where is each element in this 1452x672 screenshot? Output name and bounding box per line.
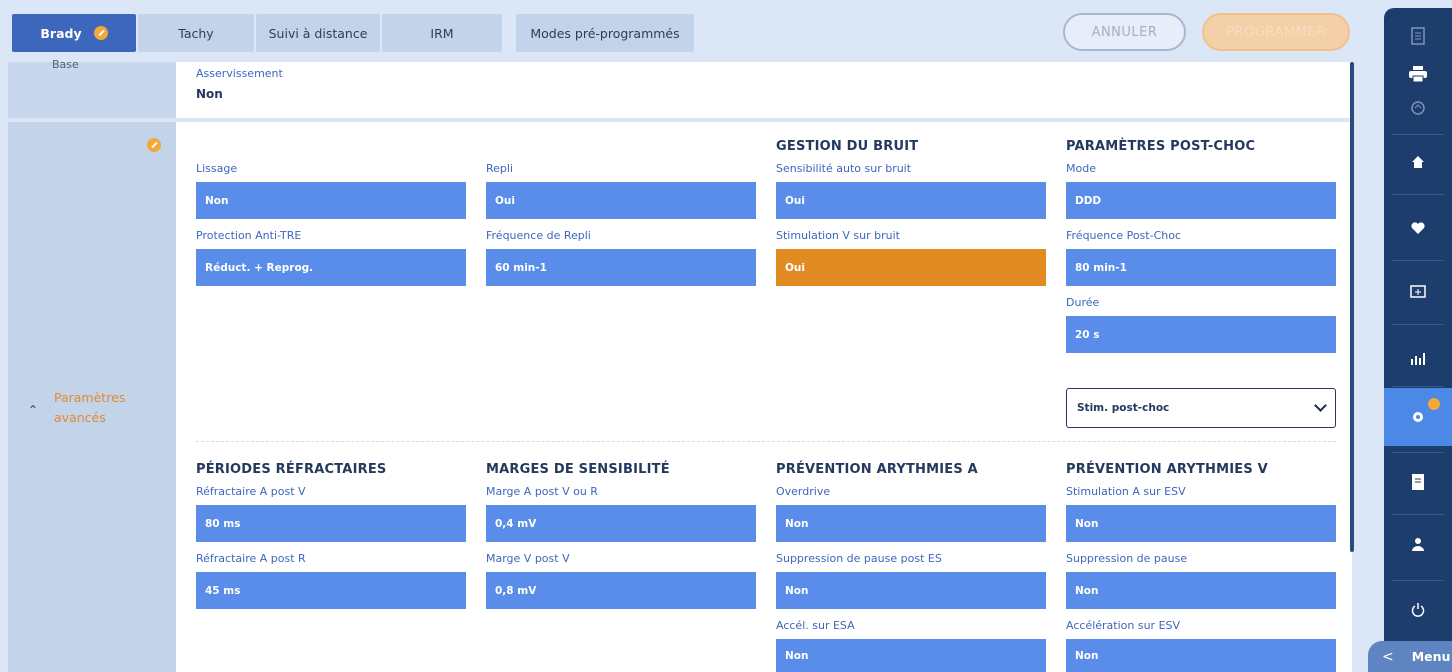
stim-a-esv-label: Stimulation A sur ESV <box>1066 485 1186 498</box>
section-nav: Base ⌃ Paramètres avancés <box>8 58 176 672</box>
sens-bruit-field[interactable]: Oui <box>776 182 1046 219</box>
section-advanced-label: Paramètres avancés <box>54 390 126 425</box>
group-divider <box>196 441 1336 442</box>
repli-field[interactable]: Oui <box>486 182 756 219</box>
base-panel <box>176 62 1352 118</box>
post-choc-freq-field[interactable]: 80 min-1 <box>1066 249 1336 286</box>
tab-tachy[interactable]: Tachy <box>138 14 254 52</box>
pause-post-es-label: Suppression de pause post ES <box>776 552 942 565</box>
protection-label: Protection Anti-TRE <box>196 229 302 242</box>
sens-bruit-label: Sensibilité auto sur bruit <box>776 162 912 175</box>
repli-label: Repli <box>486 162 514 175</box>
pause-v-label: Suppression de pause <box>1066 552 1188 565</box>
post-choc-mode-field[interactable]: DDD <box>1066 182 1336 219</box>
sidebar-separator <box>1392 260 1444 261</box>
sidebar-separator <box>1392 324 1444 325</box>
overdrive-label: Overdrive <box>776 485 831 498</box>
asservissement-label: Asservissement <box>196 67 283 80</box>
bruit-header: GESTION DU BRUIT <box>776 139 919 154</box>
sync-icon[interactable] <box>1384 88 1452 128</box>
tab-label: Suivi à distance <box>268 25 368 41</box>
accel-esv-label: Accélération sur ESV <box>1066 619 1181 632</box>
post-choc-duree-field[interactable]: 20 s <box>1066 316 1336 353</box>
power-icon[interactable] <box>1384 582 1452 638</box>
marge-v-label: Marge V post V <box>486 552 570 565</box>
lissage-field[interactable]: Non <box>196 182 466 219</box>
accel-esv-field[interactable]: Non <box>1066 639 1336 672</box>
section-base-label: Base <box>52 58 79 71</box>
chevron-down-icon <box>1314 399 1327 412</box>
chevron-up-icon[interactable]: ⌃ <box>28 403 38 417</box>
refract-a-post-r-label: Réfractaire A post R <box>196 552 306 565</box>
modified-pen-icon <box>1428 398 1440 410</box>
pause-post-es-field[interactable]: Non <box>776 572 1046 609</box>
accel-esa-field[interactable]: Non <box>776 639 1046 672</box>
select-value: Stim. post-choc <box>1077 402 1170 414</box>
marges-header: MARGES DE SENSIBILITÉ <box>486 462 670 477</box>
tab-label: Brady <box>40 25 82 41</box>
section-base[interactable]: Base <box>8 58 176 118</box>
protection-field[interactable]: Réduct. + Reprog. <box>196 249 466 286</box>
tab-brady[interactable]: Brady <box>12 14 136 52</box>
menu-label: Menu <box>1411 649 1451 664</box>
post-choc-mode-label: Mode <box>1066 162 1096 175</box>
tab-suivi-distance[interactable]: Suivi à distance <box>256 14 380 52</box>
post-choc-select[interactable]: Stim. post-choc <box>1066 388 1336 428</box>
arythmies-v-header: PRÉVENTION ARYTHMIES V <box>1066 462 1268 477</box>
refractaires-header: PÉRIODES RÉFRACTAIRES <box>196 462 387 477</box>
chart-icon[interactable] <box>1384 330 1452 386</box>
marge-v-field[interactable]: 0,8 mV <box>486 572 756 609</box>
arythmies-a-header: PRÉVENTION ARYTHMIES A <box>776 462 978 477</box>
section-advanced[interactable]: ⌃ Paramètres avancés <box>8 122 176 672</box>
top-tab-bar: Brady Tachy Suivi à distance IRM Modes p… <box>0 0 1384 62</box>
post-choc-duree-label: Durée <box>1066 296 1100 309</box>
sidebar-separator <box>1392 386 1444 387</box>
stim-bruit-field[interactable]: Oui <box>776 249 1046 286</box>
sidebar-separator <box>1392 194 1444 195</box>
freq-repli-field[interactable]: 60 min-1 <box>486 249 756 286</box>
marge-a-field[interactable]: 0,4 mV <box>486 505 756 542</box>
tab-irm[interactable]: IRM <box>382 14 502 52</box>
pause-v-field[interactable]: Non <box>1066 572 1336 609</box>
stim-a-esv-field[interactable]: Non <box>1066 505 1336 542</box>
tab-label: Modes pré-programmés <box>530 25 680 41</box>
tab-label: Tachy <box>178 25 214 41</box>
cancel-button[interactable]: ANNULER <box>1063 13 1186 51</box>
monitor-icon[interactable] <box>1384 264 1452 320</box>
refract-a-post-v-field[interactable]: 80 ms <box>196 505 466 542</box>
heart-icon[interactable] <box>1384 200 1452 256</box>
program-button[interactable]: PROGRAMMER <box>1202 13 1350 51</box>
sidebar-separator <box>1392 580 1444 581</box>
asservissement-value: Non <box>196 87 223 101</box>
settings-icon[interactable] <box>1384 388 1452 446</box>
right-sidebar <box>1384 8 1452 672</box>
scrollbar[interactable] <box>1350 62 1354 552</box>
overdrive-field[interactable]: Non <box>776 505 1046 542</box>
freq-repli-label: Fréquence de Repli <box>486 229 591 242</box>
accel-esa-label: Accél. sur ESA <box>776 619 855 632</box>
marge-a-label: Marge A post V ou R <box>486 485 598 498</box>
refract-a-post-r-field[interactable]: 45 ms <box>196 572 466 609</box>
tab-modes-preprogrammes[interactable]: Modes pré-programmés <box>516 14 694 52</box>
menu-button[interactable]: < Menu <box>1368 641 1452 672</box>
document-icon[interactable] <box>1384 454 1452 510</box>
modified-pen-icon <box>147 138 161 152</box>
post-choc-header: PARAMÈTRES POST-CHOC <box>1066 139 1256 154</box>
sidebar-separator <box>1392 514 1444 515</box>
user-icon[interactable] <box>1384 516 1452 572</box>
sidebar-separator <box>1392 452 1444 453</box>
chevron-left-icon: < <box>1382 648 1394 665</box>
post-choc-freq-label: Fréquence Post-Choc <box>1066 229 1181 242</box>
refract-a-post-v-label: Réfractaire A post V <box>196 485 306 498</box>
modified-pen-icon <box>93 26 108 40</box>
stim-bruit-label: Stimulation V sur bruit <box>776 229 900 242</box>
tab-label: IRM <box>430 25 454 41</box>
lissage-label: Lissage <box>196 162 238 175</box>
home-icon[interactable] <box>1384 134 1452 190</box>
